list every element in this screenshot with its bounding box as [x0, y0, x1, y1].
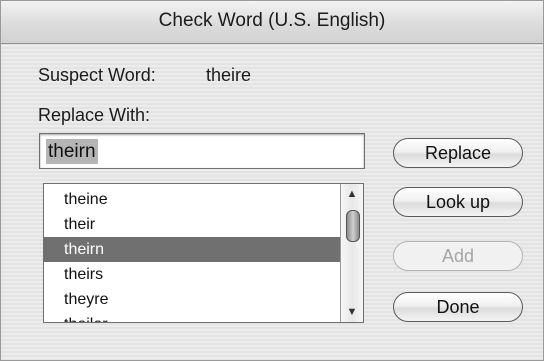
done-button[interactable]: Done	[393, 292, 523, 322]
suggestion-item[interactable]: theiler	[44, 312, 340, 322]
replace-with-input[interactable]: theirn	[39, 133, 365, 169]
suggestion-item[interactable]: theirs	[44, 262, 340, 287]
check-word-dialog: Check Word (U.S. English) Suspect Word: …	[0, 0, 544, 361]
scroll-up-arrow-icon[interactable]: ▲	[341, 184, 363, 204]
dialog-title: Check Word (U.S. English)	[158, 10, 386, 31]
look-up-button[interactable]: Look up	[393, 187, 523, 217]
suggestion-item[interactable]: theirn	[44, 237, 340, 262]
suggestion-item[interactable]: theine	[44, 187, 340, 212]
suggestion-item[interactable]: theyre	[44, 287, 340, 312]
replace-button[interactable]: Replace	[393, 138, 523, 168]
replace-with-label: Replace With:	[38, 105, 151, 125]
scroll-down-arrow-icon[interactable]: ▼	[341, 302, 363, 322]
replace-with-value: theirn	[46, 139, 98, 164]
suggestions-scrollbar[interactable]: ▲ ▼	[340, 184, 363, 322]
add-button[interactable]: Add	[393, 241, 523, 271]
suggestions-list[interactable]: theinetheirtheirntheirstheyretheiler ▲ ▼	[43, 183, 364, 323]
suggestion-item[interactable]: their	[44, 212, 340, 237]
title-bar[interactable]: Check Word (U.S. English)	[1, 1, 543, 44]
suspect-word-value: theire	[206, 65, 252, 85]
scroll-thumb[interactable]	[346, 210, 360, 242]
suspect-word-label: Suspect Word:	[38, 65, 156, 85]
